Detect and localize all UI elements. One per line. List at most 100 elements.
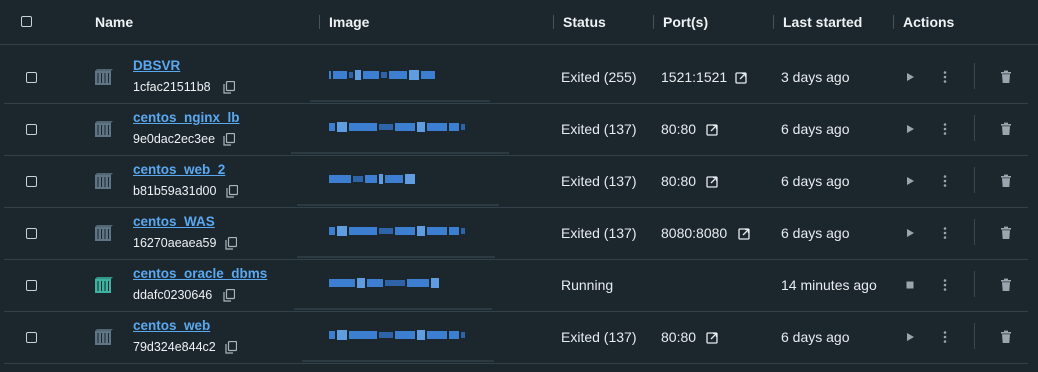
column-header-name[interactable]: Name	[95, 0, 133, 44]
image-name-redacted[interactable]	[329, 170, 417, 185]
delete-icon[interactable]	[999, 122, 1013, 136]
play-icon[interactable]	[903, 122, 917, 136]
more-options-icon[interactable]	[938, 70, 952, 84]
status-text: Exited (255)	[561, 69, 637, 85]
table-row[interactable]: centos_web_2 b81b59a31d00 Exited (137) 80:8…	[4, 156, 1028, 208]
image-underline	[297, 256, 495, 258]
row-checkbox[interactable]	[26, 228, 37, 239]
container-icon	[92, 170, 114, 192]
play-icon[interactable]	[903, 70, 917, 84]
delete-icon[interactable]	[999, 226, 1013, 240]
delete-icon[interactable]	[999, 70, 1013, 84]
image-name-redacted[interactable]	[329, 326, 467, 341]
image-underline	[302, 360, 494, 362]
external-link-icon[interactable]	[706, 175, 718, 188]
copy-icon[interactable]	[223, 80, 236, 94]
container-name-link[interactable]: centos_web	[133, 318, 210, 333]
more-options-icon[interactable]	[938, 278, 952, 292]
column-separator	[319, 15, 320, 29]
last-started-text: 6 days ago	[781, 121, 850, 137]
table-row[interactable]: centos_oracle_dbms ddafc0230646 Running 14 …	[4, 260, 1028, 312]
container-name-link[interactable]: centos_oracle_dbms	[133, 266, 267, 281]
row-checkbox[interactable]	[26, 72, 37, 83]
table-row[interactable]: centos_WAS 16270aeaea59 Exited (137) 8080:8…	[4, 208, 1028, 260]
last-started-text: 6 days ago	[781, 329, 850, 345]
container-id: 79d324e844c2	[133, 340, 216, 354]
image-underline	[291, 152, 509, 154]
column-header-ports[interactable]: Port(s)	[663, 0, 708, 44]
last-started-text: 6 days ago	[781, 225, 850, 241]
column-separator	[893, 15, 894, 29]
copy-icon[interactable]	[225, 340, 238, 354]
row-checkbox[interactable]	[26, 332, 37, 343]
container-icon	[92, 118, 114, 140]
delete-icon[interactable]	[999, 174, 1013, 188]
container-id: b81b59a31d00	[133, 184, 217, 198]
action-divider	[974, 63, 975, 89]
status-text: Running	[561, 277, 614, 293]
table-row[interactable]: centos_web 79d324e844c2 Exited (137) 80:80 6…	[4, 312, 1028, 364]
action-divider	[974, 219, 975, 245]
copy-icon[interactable]	[223, 132, 236, 146]
stop-icon[interactable]	[903, 278, 917, 292]
row-checkbox[interactable]	[26, 124, 37, 135]
status-text: Exited (137)	[561, 329, 637, 345]
column-header-last-started[interactable]: Last started	[783, 0, 862, 44]
image-underline	[294, 308, 492, 310]
external-link-icon[interactable]	[706, 331, 718, 344]
column-separator	[653, 15, 654, 29]
table-row[interactable]: DBSVR 1cfac21511b8 Exited (255) 1521:1521 3 …	[4, 52, 1028, 104]
image-name-redacted[interactable]	[329, 274, 441, 289]
status-text: Exited (137)	[561, 173, 637, 189]
container-name-link[interactable]: centos_web_2	[133, 162, 225, 177]
container-id: 16270aeaea59	[133, 236, 217, 250]
containers-table: Name Image Status Port(s) Last started A…	[0, 0, 1038, 364]
image-name-redacted[interactable]	[329, 118, 467, 133]
more-options-icon[interactable]	[938, 330, 952, 344]
external-link-icon[interactable]	[738, 227, 750, 240]
play-icon[interactable]	[903, 226, 917, 240]
image-underline	[310, 100, 490, 102]
port-link[interactable]: 80:80	[661, 312, 696, 363]
status-text: Exited (137)	[561, 225, 637, 241]
row-checkbox[interactable]	[26, 280, 37, 291]
image-name-redacted[interactable]	[329, 222, 467, 237]
table-row[interactable]: centos_nginx_lb 9e0dac2ec3ee Exited (137) 8…	[4, 104, 1028, 156]
port-link[interactable]: 1521:1521	[661, 52, 727, 103]
container-icon	[92, 66, 114, 88]
more-options-icon[interactable]	[938, 226, 952, 240]
port-link[interactable]: 8080:8080	[661, 208, 727, 259]
action-divider	[974, 323, 975, 349]
container-name-link[interactable]: centos_WAS	[133, 214, 215, 229]
external-link-icon[interactable]	[735, 71, 747, 84]
more-options-icon[interactable]	[938, 174, 952, 188]
copy-icon[interactable]	[226, 184, 239, 198]
play-icon[interactable]	[903, 174, 917, 188]
play-icon[interactable]	[903, 330, 917, 344]
external-link-icon[interactable]	[706, 123, 718, 136]
delete-icon[interactable]	[999, 330, 1013, 344]
image-name-redacted[interactable]	[329, 66, 437, 81]
select-all-checkbox[interactable]	[21, 16, 32, 27]
status-text: Exited (137)	[561, 121, 637, 137]
container-name-link[interactable]: centos_nginx_lb	[133, 110, 240, 125]
more-options-icon[interactable]	[938, 122, 952, 136]
action-divider	[974, 115, 975, 141]
container-icon	[92, 274, 114, 296]
copy-icon[interactable]	[225, 236, 238, 250]
port-link[interactable]: 80:80	[661, 156, 696, 207]
last-started-text: 3 days ago	[781, 69, 850, 85]
last-started-text: 6 days ago	[781, 173, 850, 189]
container-id: ddafc0230646	[133, 288, 213, 302]
delete-icon[interactable]	[999, 278, 1013, 292]
container-icon	[92, 222, 114, 244]
container-icon	[92, 326, 114, 348]
column-header-image[interactable]: Image	[329, 0, 369, 44]
container-id: 1cfac21511b8	[133, 80, 211, 94]
port-link[interactable]: 80:80	[661, 104, 696, 155]
row-checkbox[interactable]	[26, 176, 37, 187]
container-name-link[interactable]: DBSVR	[133, 58, 180, 73]
copy-icon[interactable]	[223, 288, 236, 302]
table-header: Name Image Status Port(s) Last started A…	[0, 0, 1038, 45]
column-header-status[interactable]: Status	[563, 0, 606, 44]
